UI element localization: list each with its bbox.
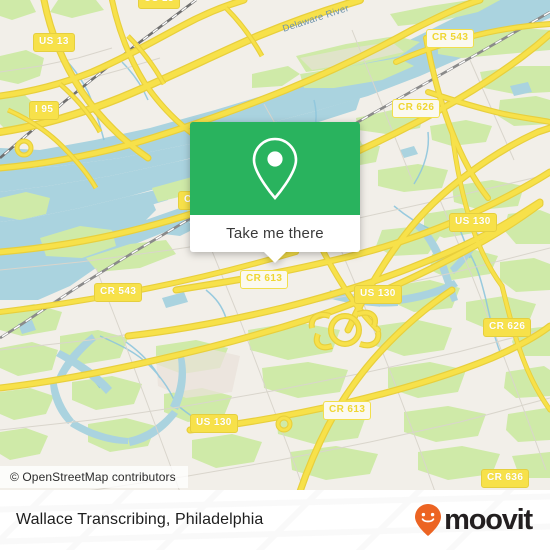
popup-image-area (190, 122, 360, 215)
shield-us-130-mid[interactable]: US 130 (354, 285, 402, 304)
footer-bar: Wallace Transcribing, Philadelphia moovi… (0, 490, 550, 550)
shield-cr-626-top[interactable]: CR 626 (392, 99, 441, 118)
shield-us-13[interactable]: US 13 (33, 33, 75, 52)
map-canvas[interactable]: Delaware River US 13 I 95 CR 543 CR 626 … (0, 0, 550, 550)
shield-top-clipped[interactable]: US 13 (138, 0, 180, 9)
shield-cr-613-top[interactable]: CR 613 (240, 270, 289, 289)
shield-i-95[interactable]: I 95 (29, 101, 60, 120)
moovit-brand[interactable]: moovit (413, 503, 533, 537)
shield-us-130-bottom[interactable]: US 130 (190, 414, 238, 433)
popup-cta-bar[interactable]: Take me there (190, 215, 360, 263)
place-title: Wallace Transcribing, Philadelphia (16, 511, 264, 528)
shield-cr-636[interactable]: CR 636 (481, 469, 530, 488)
popup-cta-label: Take me there (226, 225, 324, 242)
popup-pointer (264, 252, 286, 263)
shield-cr-626-right[interactable]: CR 626 (483, 318, 532, 337)
shield-us-130-right[interactable]: US 130 (449, 213, 497, 232)
map-pin-icon (252, 137, 298, 200)
shield-cr-543-left[interactable]: CR 543 (94, 283, 143, 302)
shield-cr-613-bottom[interactable]: CR 613 (323, 401, 372, 420)
destination-popup[interactable]: Take me there (190, 122, 360, 263)
moovit-smiley-pin-icon (415, 504, 442, 536)
shield-cr-543-top[interactable]: CR 543 (426, 29, 475, 48)
map-attribution[interactable]: © OpenStreetMap contributors (0, 466, 188, 488)
moovit-wordmark: moovit (444, 503, 533, 536)
